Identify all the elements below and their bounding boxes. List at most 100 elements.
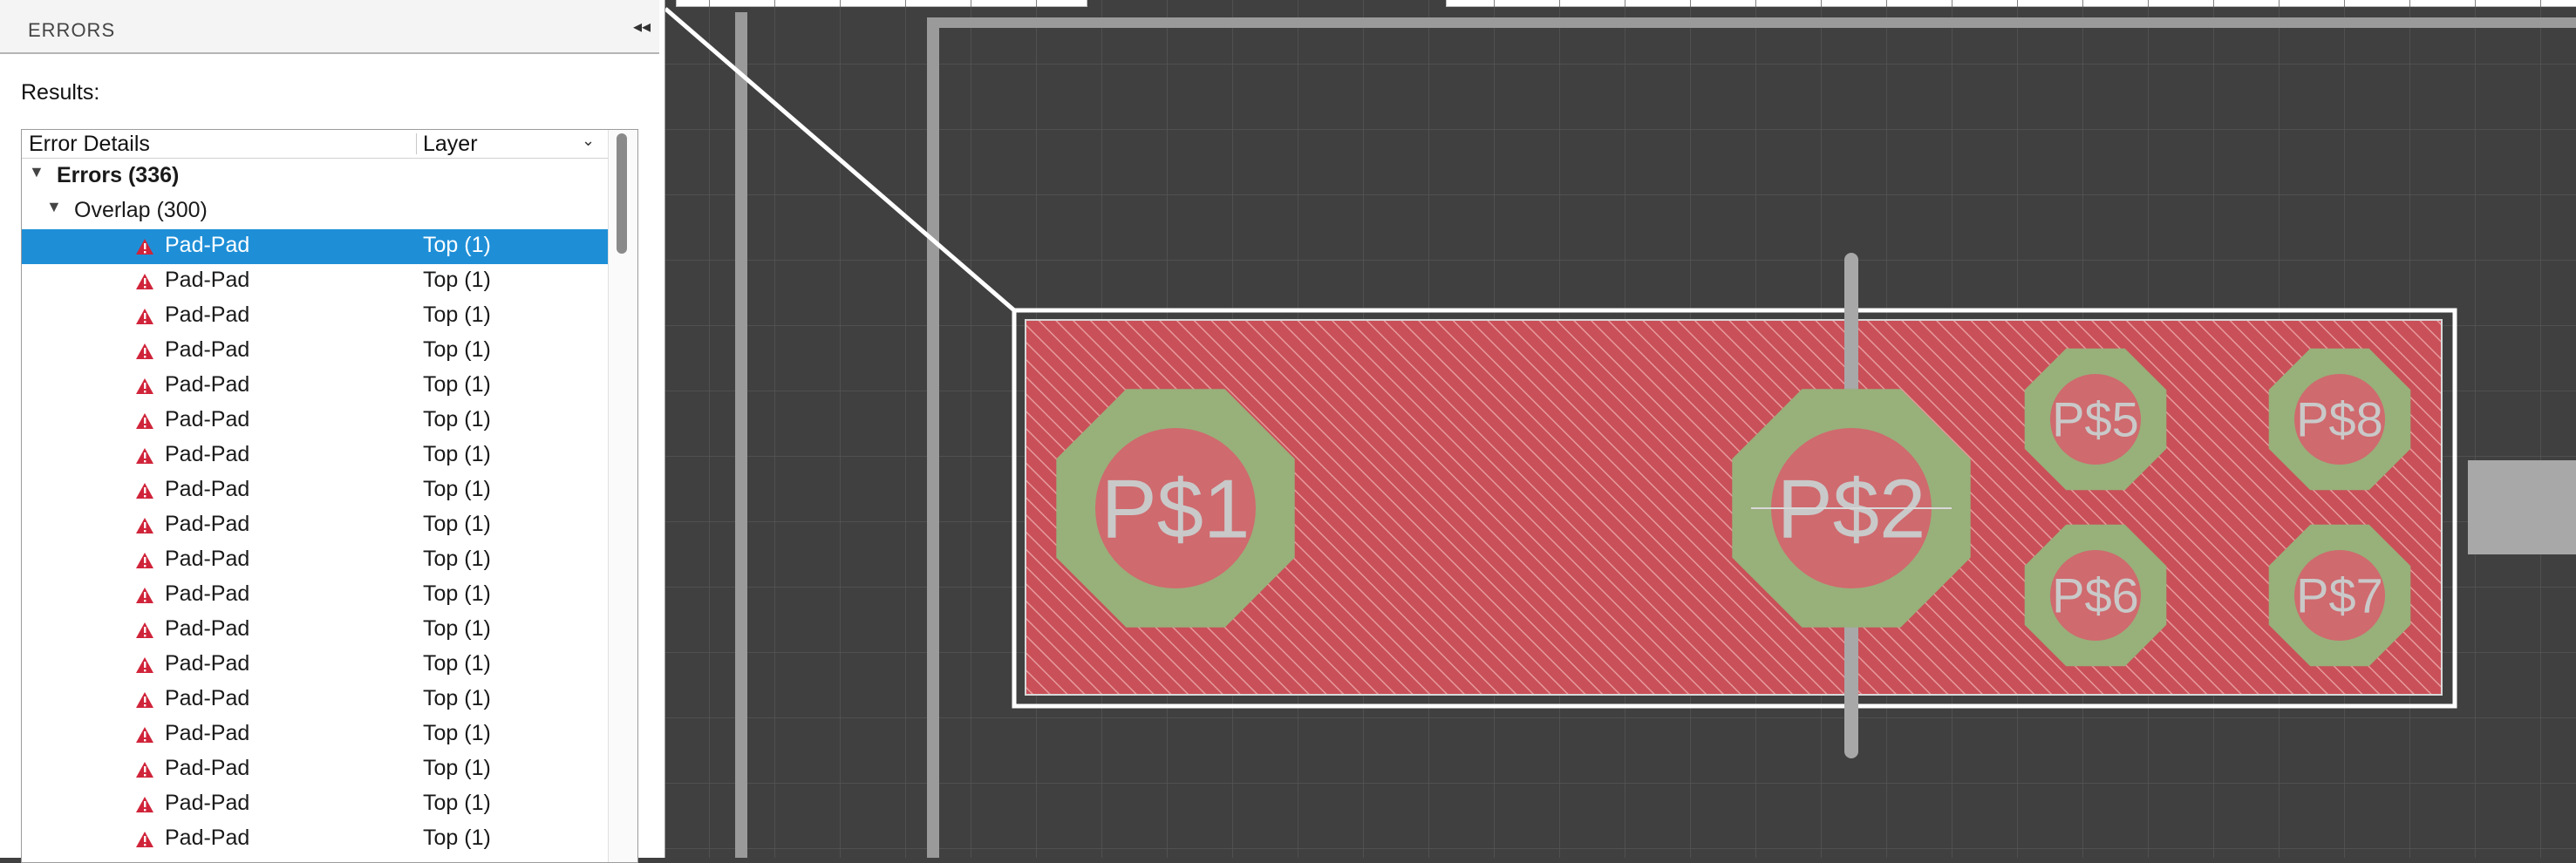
warning-icon	[136, 657, 153, 673]
warning-icon	[136, 622, 153, 638]
error-row[interactable]: Pad-Pad Top (1)	[22, 299, 608, 334]
error-row[interactable]: Pad-Pad Top (1)	[22, 508, 608, 543]
pad-label: P$8	[2296, 392, 2383, 447]
error-row[interactable]: Pad-Pad Top (1)	[22, 473, 608, 508]
warning-icon	[136, 274, 153, 289]
error-row[interactable]: Pad-Pad Top (1)	[22, 543, 608, 578]
board-view[interactable]: P$1 P$2 P$5 P$8 P$6 P$7	[665, 0, 2576, 858]
error-name: Pad-Pad	[165, 302, 250, 327]
tree-header: Error Details Layer ⌄	[22, 130, 608, 159]
expand-triangle-icon[interactable]: ▼	[29, 163, 44, 181]
error-name: Pad-Pad	[165, 826, 250, 850]
sort-chevron-icon[interactable]: ⌄	[582, 132, 595, 150]
error-name: Pad-Pad	[165, 791, 250, 815]
panel-title: ERRORS	[28, 19, 116, 41]
tree-group-errors[interactable]: ▼ Errors (336)	[22, 160, 608, 194]
error-tree[interactable]: Error Details Layer ⌄ ▼ Errors (336) ▼ O…	[21, 129, 638, 863]
pad[interactable]: P$1	[1056, 389, 1295, 628]
error-name: Pad-Pad	[165, 756, 250, 780]
error-row[interactable]: Pad-Pad Top (1)	[22, 717, 608, 752]
error-name: Pad-Pad	[165, 337, 250, 362]
error-row[interactable]: Pad-Pad Top (1)	[22, 613, 608, 648]
tree-subgroup-overlap[interactable]: ▼ Overlap (300)	[22, 194, 608, 229]
scrollbar-thumb[interactable]	[617, 133, 627, 254]
warning-icon	[136, 762, 153, 778]
error-name: Pad-Pad	[165, 547, 250, 571]
pad-label: P$5	[2052, 392, 2139, 447]
pad-label: P$1	[1101, 463, 1251, 556]
board-outline-left	[927, 17, 939, 858]
error-layer: Top (1)	[423, 756, 491, 780]
warning-icon	[136, 553, 153, 568]
rail-left	[735, 12, 747, 858]
error-name: Pad-Pad	[165, 651, 250, 676]
error-layer: Top (1)	[423, 686, 491, 710]
subgroup-label: Overlap (300)	[74, 198, 208, 222]
error-layer: Top (1)	[423, 651, 491, 676]
collapse-panel-button[interactable]: ◂◂	[633, 16, 651, 37]
error-layer: Top (1)	[423, 407, 491, 432]
errors-panel: ERRORS ◂◂ Results: Error Details Layer ⌄…	[0, 0, 665, 863]
error-layer: Top (1)	[423, 337, 491, 362]
error-layer: Top (1)	[423, 791, 491, 815]
error-name: Pad-Pad	[165, 442, 250, 466]
error-layer: Top (1)	[423, 268, 491, 292]
pad[interactable]: P$8	[2268, 348, 2411, 491]
error-row[interactable]: Pad-Pad Top (1)	[22, 648, 608, 683]
warning-icon	[136, 448, 153, 464]
pad-label: P$7	[2296, 568, 2383, 623]
error-row[interactable]: Pad-Pad Top (1)	[22, 369, 608, 404]
component-edge	[2468, 460, 2576, 554]
error-layer: Top (1)	[423, 302, 491, 327]
error-row[interactable]: Pad-Pad Top (1)	[22, 264, 608, 299]
error-layer: Top (1)	[423, 512, 491, 536]
expand-triangle-icon[interactable]: ▼	[46, 198, 62, 216]
warning-icon	[136, 239, 153, 255]
column-header-error-details[interactable]: Error Details	[29, 132, 150, 157]
warning-icon	[136, 378, 153, 394]
error-name: Pad-Pad	[165, 721, 250, 745]
pad[interactable]: P$5	[2024, 348, 2167, 491]
error-layer: Top (1)	[423, 442, 491, 466]
error-name: Pad-Pad	[165, 372, 250, 397]
error-name: Pad-Pad	[165, 686, 250, 710]
error-name: Pad-Pad	[165, 268, 250, 292]
error-layer: Top (1)	[423, 477, 491, 501]
error-layer: Top (1)	[423, 547, 491, 571]
warning-icon	[136, 483, 153, 499]
error-row[interactable]: Pad-Pad Top (1)	[22, 438, 608, 473]
error-layer: Top (1)	[423, 616, 491, 641]
error-layer: Top (1)	[423, 581, 491, 606]
error-layer: Top (1)	[423, 233, 491, 257]
error-row[interactable]: Pad-Pad Top (1)	[22, 334, 608, 369]
error-name: Pad-Pad	[165, 616, 250, 641]
error-row[interactable]: Pad-Pad Top (1)	[22, 752, 608, 787]
warning-icon	[136, 413, 153, 429]
warning-icon	[136, 309, 153, 324]
error-row[interactable]: Pad-Pad Top (1)	[22, 683, 608, 717]
results-label: Results:	[21, 80, 100, 105]
error-name: Pad-Pad	[165, 407, 250, 432]
error-layer: Top (1)	[423, 721, 491, 745]
error-row[interactable]: Pad-Pad Top (1)	[22, 822, 608, 857]
warning-icon	[136, 727, 153, 743]
error-row[interactable]: Pad-Pad Top (1)	[22, 578, 608, 613]
panel-header: ERRORS ◂◂	[0, 0, 659, 54]
error-name: Pad-Pad	[165, 477, 250, 501]
pad[interactable]: P$6	[2024, 524, 2167, 667]
warning-icon	[136, 797, 153, 812]
warning-icon	[136, 832, 153, 847]
column-divider[interactable]	[416, 133, 417, 154]
board-canvas[interactable]: P$1 P$2 P$5 P$8 P$6 P$7	[665, 0, 2576, 858]
error-layer: Top (1)	[423, 372, 491, 397]
error-name: Pad-Pad	[165, 581, 250, 606]
group-label: Errors (336)	[57, 163, 180, 187]
error-row[interactable]: Pad-Pad Top (1)	[22, 787, 608, 822]
error-name: Pad-Pad	[165, 512, 250, 536]
board-outline-top	[927, 17, 2576, 28]
pad[interactable]: P$7	[2268, 524, 2411, 667]
column-header-layer[interactable]: Layer	[423, 132, 478, 157]
error-row[interactable]: Pad-Pad Top (1)	[22, 229, 608, 264]
error-row[interactable]: Pad-Pad Top (1)	[22, 404, 608, 438]
pad-label: P$6	[2052, 568, 2139, 623]
